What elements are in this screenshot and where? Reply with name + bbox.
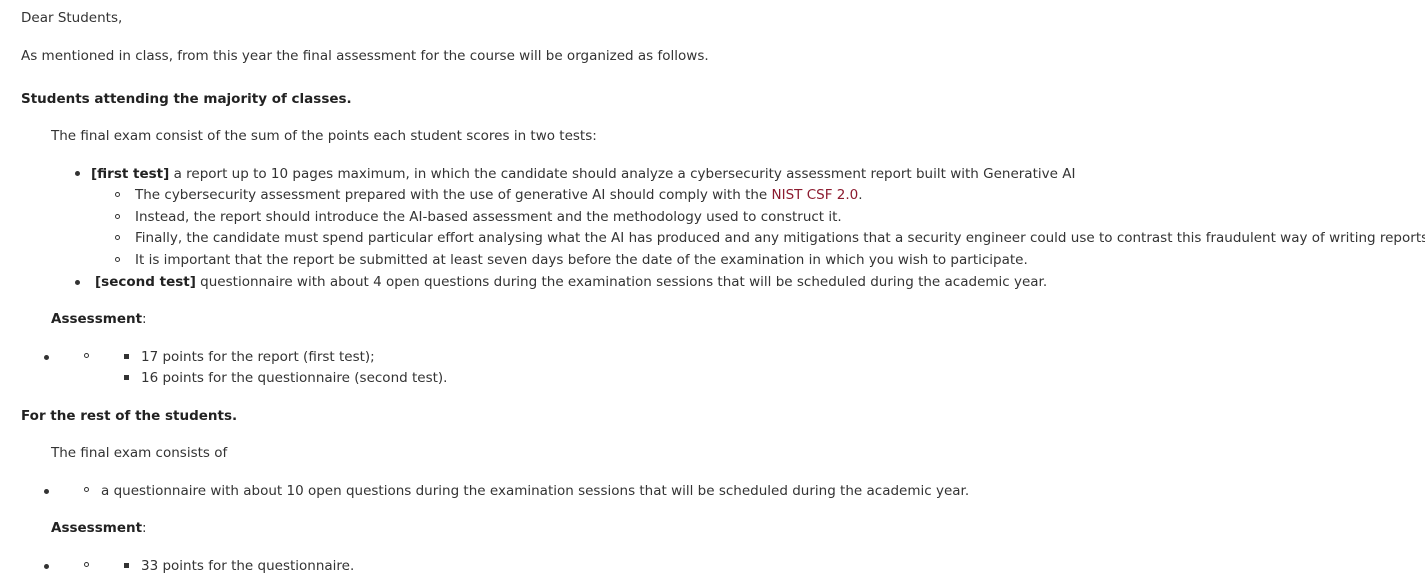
greeting: Dear Students,: [21, 10, 123, 26]
first-test-tag: [first test]: [91, 166, 170, 182]
bullet-square: [124, 563, 129, 568]
bullet-square: [124, 375, 129, 380]
bullet-disc: [75, 171, 80, 176]
first-test-subitem-3: Finally, the candidate must spend partic…: [135, 230, 1425, 246]
bullet-circle: [115, 192, 120, 197]
bullet-circle: [84, 487, 89, 492]
attending-description: The final exam consist of the sum of the…: [51, 128, 597, 144]
bullet-circle: [84, 353, 89, 358]
first-test-text: a report up to 10 pages maximum, in whic…: [169, 166, 1076, 182]
subitem-1-text: The cybersecurity assessment prepared wi…: [135, 187, 772, 203]
assessment-colon-others: :: [142, 520, 147, 536]
assessment-label-others: Assessment: [51, 520, 143, 536]
assessment-item-report: 17 points for the report (first test);: [141, 349, 375, 365]
first-test-item: [first test] a report up to 10 pages max…: [91, 165, 1075, 183]
assessment-heading-others: Assessment:: [51, 519, 147, 537]
assessment-colon: :: [142, 311, 147, 327]
bullet-square: [124, 354, 129, 359]
assessment-heading: Assessment:: [51, 310, 147, 328]
subitem-1-period: .: [858, 187, 863, 203]
second-test-item: [second test] questionnaire with about 4…: [95, 273, 1047, 291]
bullet-circle: [115, 257, 120, 262]
section-heading-others: For the rest of the students.: [21, 408, 238, 424]
second-test-text: questionnaire with about 4 open question…: [195, 274, 1048, 290]
assessment-label: Assessment: [51, 311, 143, 327]
others-description: The final exam consists of: [51, 445, 228, 461]
second-test-tag: [second test]: [95, 274, 196, 290]
bullet-circle: [115, 235, 120, 240]
bullet-disc: [44, 564, 49, 569]
others-questionnaire-item: a questionnaire with about 10 open quest…: [101, 483, 970, 499]
others-assessment-item: 33 points for the questionnaire.: [141, 558, 355, 574]
bullet-disc: [44, 489, 49, 494]
section-heading-attending: Students attending the majority of class…: [21, 91, 352, 107]
bullet-circle: [84, 562, 89, 567]
first-test-subitem-1: The cybersecurity assessment prepared wi…: [135, 186, 863, 204]
first-test-subitem-2: Instead, the report should introduce the…: [135, 209, 842, 225]
intro-paragraph: As mentioned in class, from this year th…: [21, 48, 709, 64]
bullet-circle: [115, 214, 120, 219]
bullet-disc: [44, 355, 49, 360]
first-test-subitem-4: It is important that the report be submi…: [135, 252, 1028, 268]
nist-csf-link[interactable]: NIST CSF 2.0: [772, 187, 859, 203]
bullet-disc: [75, 280, 80, 285]
assessment-item-questionnaire: 16 points for the questionnaire (second …: [141, 370, 448, 386]
